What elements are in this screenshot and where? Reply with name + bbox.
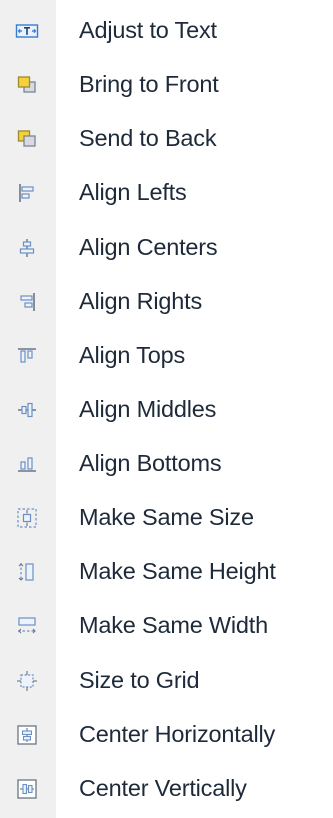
align-rights-icon — [14, 289, 40, 315]
menu-item-align-lefts[interactable]: Align Lefts — [0, 166, 333, 220]
make-same-width-icon — [14, 613, 40, 639]
menu-item-label: Make Same Size — [79, 504, 254, 531]
menu-item-center-vertically[interactable]: Center Vertically — [0, 762, 333, 816]
menu-item-label: Align Tops — [79, 341, 185, 368]
menu-item-make-same-width[interactable]: Make Same Width — [0, 599, 333, 653]
menu-item-bring-to-front[interactable]: Bring to Front — [0, 58, 333, 112]
menu-item-label: Make Same Width — [79, 612, 268, 639]
menu-item-label: Bring to Front — [79, 71, 219, 98]
bring-to-front-icon — [14, 72, 40, 98]
align-bottoms-icon — [14, 451, 40, 477]
menu-item-label: Center Vertically — [79, 774, 247, 801]
menu-item-adjust-to-text[interactable]: Adjust to Text — [0, 4, 333, 58]
menu-item-align-tops[interactable]: Align Tops — [0, 329, 333, 383]
align-tops-icon — [14, 343, 40, 369]
menu-item-label: Adjust to Text — [79, 17, 217, 44]
menu-item-label: Align Rights — [79, 287, 202, 314]
menu-item-center-horizontally[interactable]: Center Horizontally — [0, 708, 333, 762]
menu-item-align-centers[interactable]: Align Centers — [0, 221, 333, 275]
align-centers-icon — [14, 235, 40, 261]
adjust-to-text-icon — [14, 18, 40, 44]
align-lefts-icon — [14, 180, 40, 206]
make-same-height-icon — [14, 559, 40, 585]
center-vertically-icon — [14, 776, 40, 802]
menu-item-align-middles[interactable]: Align Middles — [0, 383, 333, 437]
menu-item-label: Make Same Height — [79, 558, 276, 585]
menu-item-label: Align Lefts — [79, 179, 187, 206]
menu-item-label: Align Bottoms — [79, 450, 222, 477]
menu-item-size-to-grid[interactable]: Size to Grid — [0, 654, 333, 708]
make-same-size-icon — [14, 505, 40, 531]
menu-item-label: Center Horizontally — [79, 720, 276, 747]
menu-item-align-rights[interactable]: Align Rights — [0, 275, 333, 329]
menu-item-make-same-height[interactable]: Make Same Height — [0, 545, 333, 599]
menu-item-list: Adjust to Text Bring to Front Send to Ba… — [0, 4, 333, 816]
menu-item-make-same-size[interactable]: Make Same Size — [0, 491, 333, 545]
send-to-back-icon — [14, 126, 40, 152]
menu-item-align-bottoms[interactable]: Align Bottoms — [0, 437, 333, 491]
size-to-grid-icon — [14, 668, 40, 694]
menu-item-label: Send to Back — [79, 125, 217, 152]
menu-item-label: Align Middles — [79, 395, 217, 422]
menu-item-label: Size to Grid — [79, 666, 200, 693]
center-horizontally-icon — [14, 722, 40, 748]
context-menu: Adjust to Text Bring to Front Send to Ba… — [0, 0, 333, 818]
menu-item-label: Align Centers — [79, 233, 218, 260]
menu-item-send-to-back[interactable]: Send to Back — [0, 112, 333, 166]
align-middles-icon — [14, 397, 40, 423]
